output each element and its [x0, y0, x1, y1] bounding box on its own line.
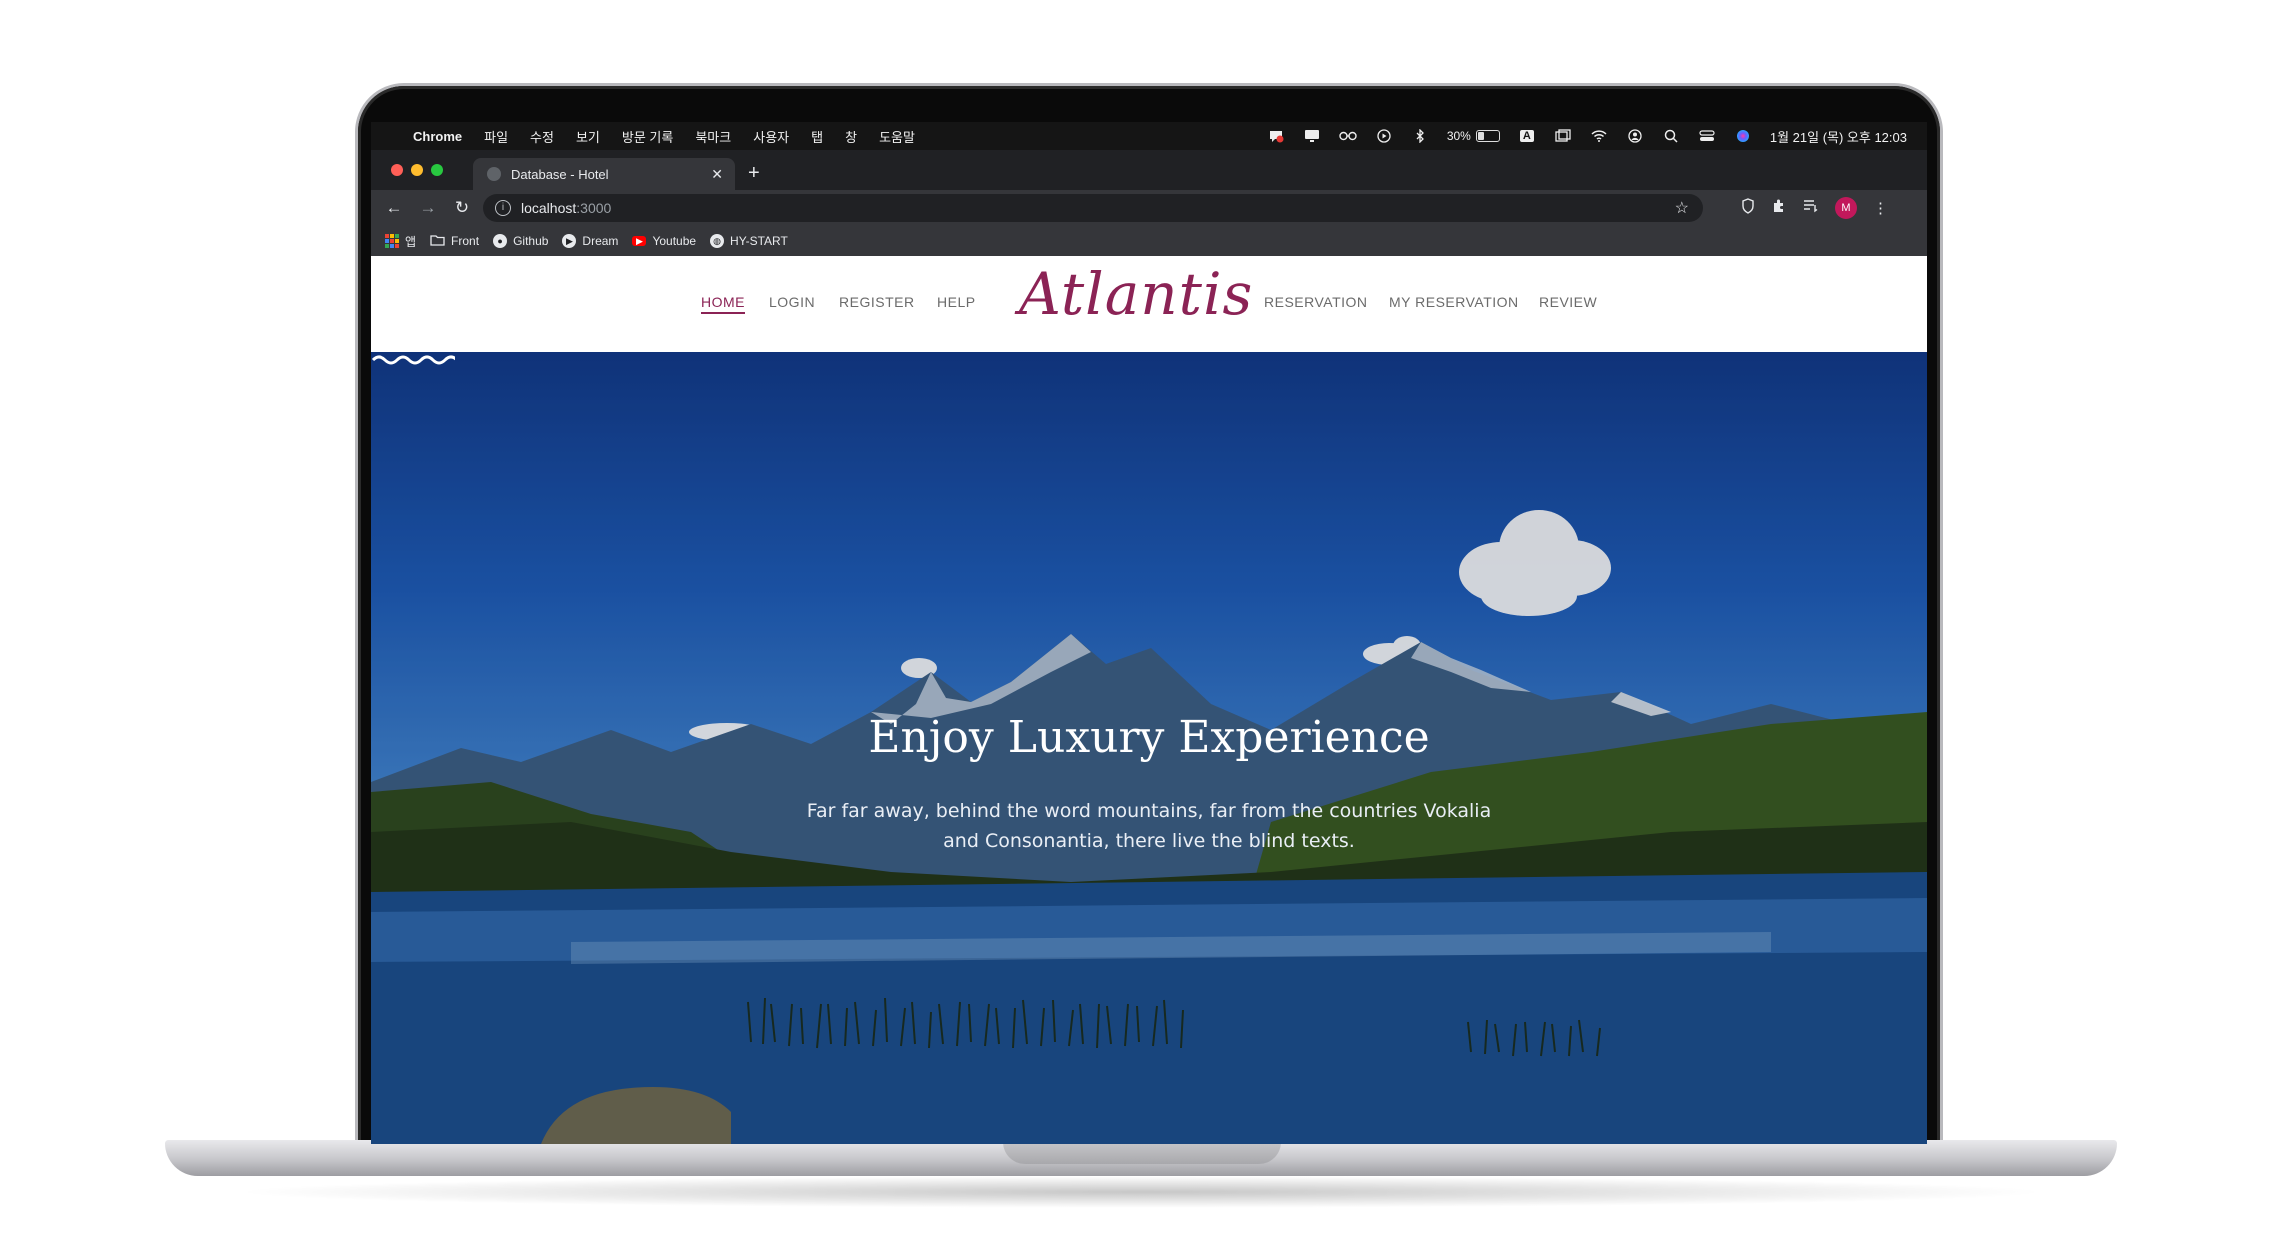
arrow-left-icon[interactable]: ← — [383, 198, 405, 218]
menubar-clock[interactable]: 1월 21일 (목) 오후 12:03 — [1770, 127, 1907, 146]
menu-tab[interactable]: 탭 — [811, 127, 823, 146]
nav-reservation[interactable]: RESERVATION — [1264, 294, 1368, 310]
hero-section: Enjoy Luxury Experience Far far away, be… — [371, 352, 1927, 1144]
macos-menubar: Chrome 파일 수정 보기 방문 기록 북마크 사용자 탭 창 도움말 30… — [371, 122, 1927, 150]
globe-icon — [487, 167, 501, 181]
close-window-button[interactable] — [391, 164, 403, 176]
folder-icon — [430, 234, 445, 249]
site-navbar: HOME LOGIN REGISTER HELP Atlantis RESERV… — [371, 256, 1927, 352]
zoom-window-button[interactable] — [431, 164, 443, 176]
battery-fill — [1477, 132, 1484, 140]
wifi-icon[interactable] — [1590, 129, 1608, 143]
reload-icon[interactable]: ↻ — [451, 198, 473, 218]
menu-edit[interactable]: 수정 — [530, 127, 554, 146]
apps-grid-icon — [385, 234, 399, 248]
globe-icon: ◍ — [710, 234, 725, 248]
tab-title: Database - Hotel — [511, 166, 609, 182]
address-bar[interactable]: i localhost:3000 ☆ — [483, 194, 1703, 222]
puzzle-icon[interactable] — [1771, 198, 1787, 218]
bluetooth-icon[interactable] — [1411, 129, 1429, 143]
toolbar-actions: M ⋮ — [1741, 190, 1888, 226]
bookmarks-bar: 앱 Front ● Github ▶ Dream ▶ Youtube ◍ HY-… — [371, 226, 1927, 256]
chrome-toolbar: ← → ↻ i localhost:3000 ☆ M ⋮ — [371, 190, 1927, 226]
menu-history[interactable]: 방문 기록 — [622, 127, 673, 146]
bookmark-github[interactable]: ● Github — [493, 234, 548, 248]
siri-icon[interactable] — [1734, 129, 1752, 143]
bookmark-github-label: Github — [513, 234, 549, 248]
record-icon[interactable] — [1267, 129, 1285, 143]
battery-indicator[interactable]: 30% — [1447, 129, 1500, 143]
nav-home[interactable]: HOME — [701, 294, 745, 314]
menu-view[interactable]: 보기 — [576, 127, 600, 146]
star-icon[interactable]: ☆ — [1675, 198, 1689, 218]
input-source-icon[interactable]: A — [1518, 129, 1536, 143]
youtube-icon: ▶ — [632, 236, 647, 246]
github-icon: ● — [493, 234, 508, 248]
chrome-tabstrip: Database - Hotel ✕ + — [371, 150, 1927, 190]
nav-help[interactable]: HELP — [937, 294, 976, 310]
menu-help[interactable]: 도움말 — [879, 127, 915, 146]
site-info-icon[interactable]: i — [495, 200, 511, 216]
nav-register[interactable]: REGISTER — [839, 294, 915, 310]
bookmark-apps-label: 앱 — [405, 234, 417, 249]
plus-icon[interactable]: + — [748, 163, 760, 183]
hero-title: Enjoy Luxury Experience — [868, 712, 1430, 763]
bookmark-front[interactable]: Front — [430, 234, 479, 249]
shield-icon[interactable] — [1741, 198, 1755, 218]
battery-percent: 30% — [1446, 129, 1471, 143]
menu-window[interactable]: 창 — [845, 127, 857, 146]
nav-login[interactable]: LOGIN — [769, 294, 815, 310]
minimize-window-button[interactable] — [411, 164, 423, 176]
bookmark-dream[interactable]: ▶ Dream — [562, 234, 618, 248]
url-port: :3000 — [576, 200, 612, 216]
website: HOME LOGIN REGISTER HELP Atlantis RESERV… — [371, 256, 1927, 1144]
search-icon[interactable] — [1662, 129, 1680, 143]
bookmark-youtube[interactable]: ▶ Youtube — [632, 234, 696, 248]
close-icon[interactable]: ✕ — [711, 166, 723, 183]
nav-review[interactable]: REVIEW — [1539, 294, 1597, 310]
laptop-screen: Chrome 파일 수정 보기 방문 기록 북마크 사용자 탭 창 도움말 30… — [371, 122, 1927, 1144]
more-menu-icon[interactable]: ⋮ — [1873, 199, 1888, 217]
hero-subtitle: Far far away, behind the word mountains,… — [806, 800, 1492, 852]
url-host: localhost — [521, 200, 577, 216]
reading-list-icon[interactable] — [1803, 199, 1819, 217]
bookmark-youtube-label: Youtube — [652, 234, 697, 248]
menu-app-name[interactable]: Chrome — [413, 129, 462, 144]
profile-avatar[interactable]: M — [1835, 197, 1857, 219]
battery-icon — [1475, 130, 1500, 142]
window-controls — [391, 164, 443, 176]
control-center-icon[interactable] — [1698, 129, 1716, 143]
user-icon[interactable] — [1626, 129, 1644, 143]
menu-bookmarks[interactable]: 북마크 — [695, 127, 731, 146]
site-logo[interactable]: Atlantis — [1019, 260, 1253, 328]
bookmark-dream-label: Dream — [582, 234, 619, 248]
play-icon[interactable] — [1375, 129, 1393, 143]
bookmark-front-label: Front — [451, 234, 480, 248]
laptop-shadow — [230, 1176, 2052, 1208]
display-icon[interactable] — [1303, 129, 1321, 143]
menu-profiles[interactable]: 사용자 — [753, 127, 789, 146]
menu-file[interactable]: 파일 — [484, 127, 508, 146]
arrow-right-icon[interactable]: → — [417, 198, 439, 218]
dream-icon: ▶ — [562, 234, 577, 248]
wave-divider-icon — [371, 355, 455, 365]
nav-my-reservation[interactable]: MY RESERVATION — [1389, 294, 1519, 310]
glasses-icon[interactable] — [1339, 129, 1357, 143]
bookmark-hy-start[interactable]: ◍ HY-START — [710, 234, 788, 248]
bookmark-apps[interactable]: 앱 — [385, 233, 416, 250]
bookmark-hy-start-label: HY-START — [730, 234, 788, 248]
input-source-label: A — [1519, 130, 1534, 142]
tab-database-hotel[interactable]: Database - Hotel ✕ — [473, 158, 735, 190]
window-icon[interactable] — [1554, 129, 1572, 143]
